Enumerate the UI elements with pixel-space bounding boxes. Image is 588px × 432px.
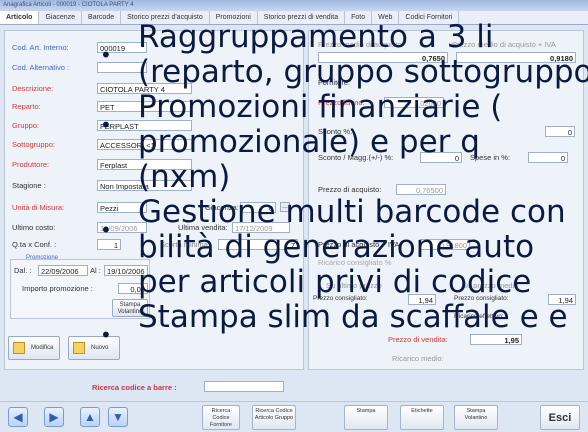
- ultimo-costo-label: Ultimo costo:: [12, 223, 56, 232]
- promo-al-label: Al :: [90, 266, 101, 275]
- ultimo-prezzo-label: Su ultimo prezzo: [326, 281, 382, 290]
- ultima-vendita-label: Ultima vendita:: [178, 223, 228, 232]
- descrizione-label: Descrizione:: [12, 84, 54, 93]
- stampa-button[interactable]: Stampa: [344, 405, 388, 430]
- consigliato-medio-label: Prezzo consigliato:: [454, 295, 509, 302]
- qta-conf-field[interactable]: 1: [97, 239, 121, 250]
- sconto-mag-label: Sconto / Magg.(+/-) %:: [318, 153, 394, 162]
- cod-interno-field[interactable]: 000019: [97, 42, 147, 53]
- prezzo-medio-iva-field: 0,9180: [456, 52, 576, 63]
- reparto-label: Reparto:: [12, 102, 41, 111]
- spese-field[interactable]: 0: [528, 152, 568, 163]
- tab-codici-fornitori[interactable]: Codici Fornitori: [399, 11, 460, 24]
- first-record-icon[interactable]: ◀: [8, 407, 28, 427]
- new-icon: [73, 342, 85, 354]
- giacenza-button[interactable]: …: [280, 202, 290, 212]
- nuovo-button[interactable]: Nuovo: [68, 336, 120, 360]
- tab-web[interactable]: Web: [372, 11, 400, 24]
- produttore-field[interactable]: Ferplast: [97, 159, 192, 170]
- gruppo-field[interactable]: FERPLAST: [97, 120, 192, 131]
- tab-storico-vendita[interactable]: Storico prezzi di vendita: [258, 11, 346, 24]
- produttore-label: Produttore:: [12, 160, 50, 169]
- consigliato-label: Prezzo consigliato:: [313, 295, 368, 302]
- giacenza-field[interactable]: 0: [240, 202, 276, 213]
- ultima-vendita-field: 17/12/2009: [232, 222, 290, 233]
- promo-al-field[interactable]: 19/10/2006: [104, 265, 148, 276]
- etichette-button[interactable]: Etichette: [400, 405, 444, 430]
- gruppo-label: Gruppo:: [12, 121, 40, 130]
- modifica-label: Modifica: [31, 345, 54, 351]
- prezzo-medio-ric-label: Su prezzo medio: [462, 281, 519, 290]
- prezzo-medio-iva-label: Prezzo medio di acquisto + IVA: [452, 40, 556, 49]
- window-title: Anagrafica Articoli - 000019 - CIOTOLA P…: [0, 0, 588, 11]
- promo-importo-field[interactable]: 0,00: [118, 283, 148, 294]
- esci-label: Esci: [548, 412, 572, 424]
- stagione-field[interactable]: Non Impostata: [97, 180, 192, 191]
- next-record-icon[interactable]: ▶: [44, 407, 64, 427]
- prezzo-medio-label: Prezzo medio di acquisto: [318, 40, 402, 49]
- tab-storico-acquisto[interactable]: Storico prezzi d'acquisto: [121, 11, 210, 24]
- sottogruppo-label: Sottogruppo:: [12, 140, 55, 149]
- unita-label: Unità di Misura:: [12, 203, 65, 212]
- scorta-field[interactable]: 7: [218, 239, 298, 250]
- prezzo-vendita-label: Prezzo di vendita:: [388, 335, 448, 344]
- nuovo-label: Nuovo: [91, 345, 109, 351]
- article-panel: [4, 30, 304, 370]
- prezzo-listino-label: Prezzo listino:: [318, 98, 365, 107]
- tab-barcode[interactable]: Barcode: [82, 11, 122, 24]
- tab-articolo[interactable]: Articolo: [0, 11, 40, 24]
- ricerca-fornitore-button[interactable]: Ricerca Codice Fornitore: [202, 405, 240, 430]
- esci-button[interactable]: Esci: [540, 405, 580, 430]
- unita-field[interactable]: Pezzi: [97, 202, 147, 213]
- modifica-button[interactable]: Modifica: [8, 336, 60, 360]
- cod-alternativo-label: Cod. Alternativo :: [12, 63, 70, 72]
- sconto-field[interactable]: 0: [545, 126, 575, 137]
- qta-conf-label: Q.ta x Conf. :: [12, 240, 57, 249]
- tab-promozioni[interactable]: Promozioni: [210, 11, 258, 24]
- down-arrow-icon[interactable]: ▼: [108, 407, 128, 427]
- tab-bar: Articolo Giacenze Barcode Storico prezzi…: [0, 11, 588, 25]
- promo-dal-label: Dal. :: [14, 266, 32, 275]
- promo-stampa-volantino-button[interactable]: Stampa Volantino: [112, 299, 148, 317]
- ricarico-effettivo-label: Ricarico effettivo:: [454, 313, 504, 320]
- spese-label: Spese in %:: [470, 153, 511, 162]
- up-arrow-icon[interactable]: ▲: [80, 407, 100, 427]
- edit-icon: [13, 342, 25, 354]
- descrizione-field[interactable]: CIOTOLA PARTY 4: [97, 83, 192, 94]
- prezzo-listino-field[interactable]: 1,02000: [384, 97, 444, 108]
- sconto-mag-field[interactable]: 0: [420, 152, 462, 163]
- prezzo-acquisto-iva-label: Prezzo di acquisto + IVA:: [318, 240, 402, 249]
- reparto-field[interactable]: PET: [97, 101, 192, 112]
- cod-interno-label: Cod. Art. Interno:: [12, 43, 69, 52]
- fornitore-label: Fornitore:: [318, 78, 351, 87]
- prezzo-acquisto-iva-field: 0,91800: [420, 239, 470, 250]
- ricerca-gruppo-button[interactable]: Ricerca Codice Articolo Gruppo: [252, 405, 296, 430]
- scorta-label: Scorta minima:: [160, 240, 211, 249]
- cod-alternativo-field[interactable]: [97, 62, 147, 73]
- sottogruppo-field[interactable]: ACCESSORI <1: [97, 139, 192, 150]
- prezzo-acquisto-label: Prezzo di acquisto:: [318, 185, 382, 194]
- ricarico-medio-label: Ricarico medio:: [392, 354, 444, 363]
- sconto-label: Sconto %:: [318, 127, 353, 136]
- prezzo-acquisto-field: 0,76500: [396, 184, 446, 195]
- stampa-volantino-toolbar-button[interactable]: Stampa Volantino: [454, 405, 498, 430]
- giacenza-label: Giacenza:: [205, 203, 239, 212]
- consigliato-medio-field: 1,94: [548, 294, 576, 305]
- barcode-search-label: Ricerca codice a barre :: [92, 383, 177, 392]
- consigliato-field: 1,94: [408, 294, 436, 305]
- promo-dal-field[interactable]: 22/09/2006: [38, 265, 88, 276]
- prezzo-vendita-field[interactable]: 1,95: [470, 334, 522, 345]
- ricarico-label: Ricarico consigliato %: [318, 258, 392, 267]
- promo-importo-label: Importo promozione :: [22, 284, 93, 293]
- ultimo-costo-field: 19/09/2006: [97, 222, 147, 233]
- tab-foto[interactable]: Foto: [345, 11, 373, 24]
- stagione-label: Stagione :: [12, 181, 46, 190]
- tab-giacenze[interactable]: Giacenze: [39, 11, 83, 24]
- promo-title: Promozione: [26, 255, 59, 261]
- prezzo-medio-field: 0,7650: [318, 52, 448, 63]
- bottom-toolbar: ◀ ▶ ▲ ▼ Ricerca Codice Fornitore Ricerca…: [0, 401, 588, 432]
- barcode-search-input[interactable]: [204, 381, 284, 392]
